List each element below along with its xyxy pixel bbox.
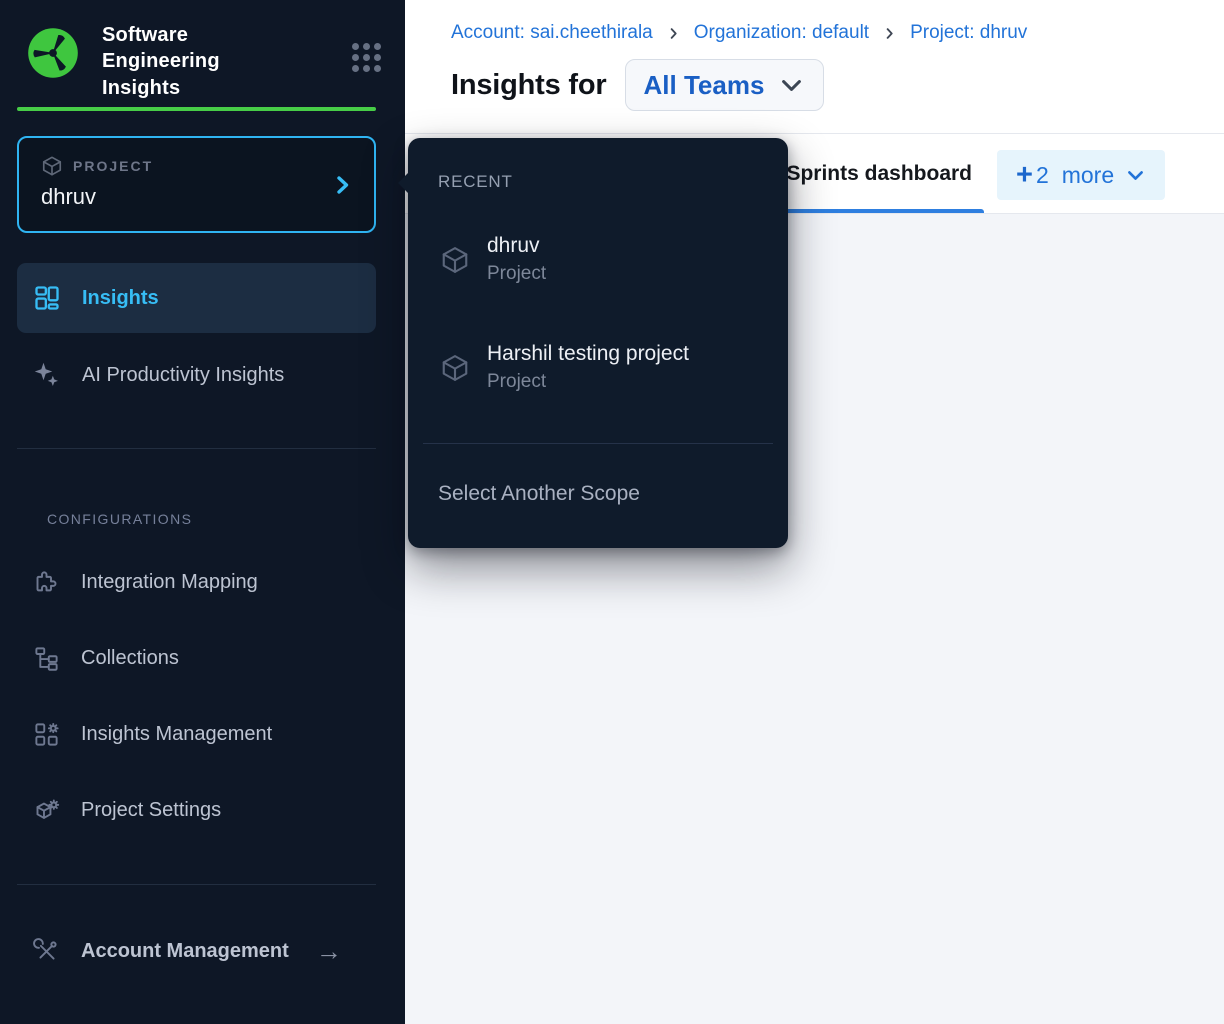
tools-icon bbox=[33, 938, 60, 965]
brand-accent-rule bbox=[17, 107, 376, 111]
sidebar-item-label: Integration Mapping bbox=[81, 571, 258, 594]
project-scope-card[interactable]: PROJECT dhruv bbox=[17, 136, 376, 233]
chevron-down-icon bbox=[778, 72, 805, 99]
tab-label: Sprints dashboard bbox=[786, 162, 972, 186]
scope-item-type: Project bbox=[487, 263, 546, 285]
chevron-down-icon bbox=[1125, 165, 1146, 186]
chevron-separator-icon bbox=[666, 26, 681, 41]
popup-caret bbox=[398, 172, 409, 194]
sidebar-item-collections[interactable]: Collections bbox=[17, 628, 376, 688]
sidebar-item-label: Insights Management bbox=[81, 723, 272, 746]
scope-item-name: dhruv bbox=[487, 234, 546, 258]
sidebar-item-ai-productivity-insights[interactable]: AI Productivity Insights bbox=[17, 345, 376, 405]
recent-section-label: RECENT bbox=[438, 172, 513, 192]
project-cube-icon bbox=[440, 353, 470, 383]
sidebar-item-label: Collections bbox=[81, 647, 179, 670]
app-launcher-grid-icon[interactable] bbox=[352, 43, 381, 72]
box-gear-icon bbox=[33, 797, 60, 824]
scope-item-name: Harshil testing project bbox=[487, 342, 689, 366]
team-selector-value: All Teams bbox=[644, 70, 765, 101]
sidebar: Software Engineering Insights PROJECT dh… bbox=[0, 0, 405, 1024]
scope-popup: RECENT dhruv Project bbox=[408, 138, 788, 548]
configurations-group: Integration Mapping Collections bbox=[0, 552, 405, 840]
team-selector-dropdown[interactable]: All Teams bbox=[625, 59, 825, 111]
chevron-right-icon[interactable] bbox=[330, 173, 354, 197]
select-another-scope-action[interactable]: Select Another Scope bbox=[438, 482, 640, 506]
project-cube-icon bbox=[440, 245, 470, 275]
sidebar-item-label: AI Productivity Insights bbox=[82, 364, 284, 387]
breadcrumb-account-link[interactable]: Account: sai.cheethirala bbox=[451, 22, 653, 44]
app-window: Software Engineering Insights PROJECT dh… bbox=[0, 0, 1224, 1024]
project-card-label: PROJECT bbox=[73, 158, 153, 174]
grid-gear-icon bbox=[33, 721, 60, 748]
sidebar-item-label: Account Management bbox=[81, 940, 289, 963]
page-title: Insights for bbox=[451, 69, 607, 102]
sidebar-item-label: Insights bbox=[82, 287, 159, 310]
scope-item-type: Project bbox=[487, 371, 689, 393]
puzzle-icon bbox=[33, 569, 60, 596]
sidebar-item-label: Project Settings bbox=[81, 799, 221, 822]
brand-row: Software Engineering Insights bbox=[0, 0, 405, 101]
breadcrumb-organization-link[interactable]: Organization: default bbox=[694, 22, 869, 44]
configurations-section-label: CONFIGURATIONS bbox=[47, 511, 405, 527]
scope-item-dhruv[interactable]: dhruv Project bbox=[440, 234, 546, 285]
popup-divider bbox=[423, 443, 773, 444]
sparkles-icon bbox=[33, 361, 61, 389]
breadcrumb-project-link[interactable]: Project: dhruv bbox=[910, 22, 1027, 44]
arrow-right-icon: → bbox=[316, 938, 342, 964]
more-tabs-label: more bbox=[1062, 162, 1114, 189]
breadcrumb: Account: sai.cheethirala Organization: d… bbox=[451, 22, 1224, 44]
plus-icon: + bbox=[1016, 161, 1033, 190]
sidebar-item-account-management[interactable]: Account Management → bbox=[17, 921, 376, 981]
sidebar-item-insights-management[interactable]: Insights Management bbox=[17, 704, 376, 764]
app-title: Software Engineering Insights bbox=[102, 22, 264, 101]
project-cube-icon bbox=[41, 155, 63, 177]
sidebar-item-project-settings[interactable]: Project Settings bbox=[17, 780, 376, 840]
chevron-separator-icon bbox=[882, 26, 897, 41]
more-tabs-button[interactable]: + 2 more bbox=[997, 150, 1165, 200]
project-card-name: dhruv bbox=[41, 184, 354, 210]
sidebar-nav: Insights AI Productivity Insights bbox=[0, 263, 405, 405]
main-area: Account: sai.cheethirala Organization: d… bbox=[405, 0, 1224, 1024]
sidebar-item-integration-mapping[interactable]: Integration Mapping bbox=[17, 552, 376, 612]
sidebar-divider bbox=[17, 884, 376, 885]
dashboard-icon bbox=[33, 284, 61, 312]
more-tabs-count: 2 bbox=[1036, 162, 1049, 189]
tree-hierarchy-icon bbox=[33, 645, 60, 672]
app-logo-icon bbox=[22, 22, 84, 84]
sidebar-divider bbox=[17, 448, 376, 449]
sidebar-item-insights[interactable]: Insights bbox=[17, 263, 376, 333]
scope-item-harshil-testing-project[interactable]: Harshil testing project Project bbox=[440, 342, 689, 393]
page-header: Account: sai.cheethirala Organization: d… bbox=[405, 0, 1224, 134]
